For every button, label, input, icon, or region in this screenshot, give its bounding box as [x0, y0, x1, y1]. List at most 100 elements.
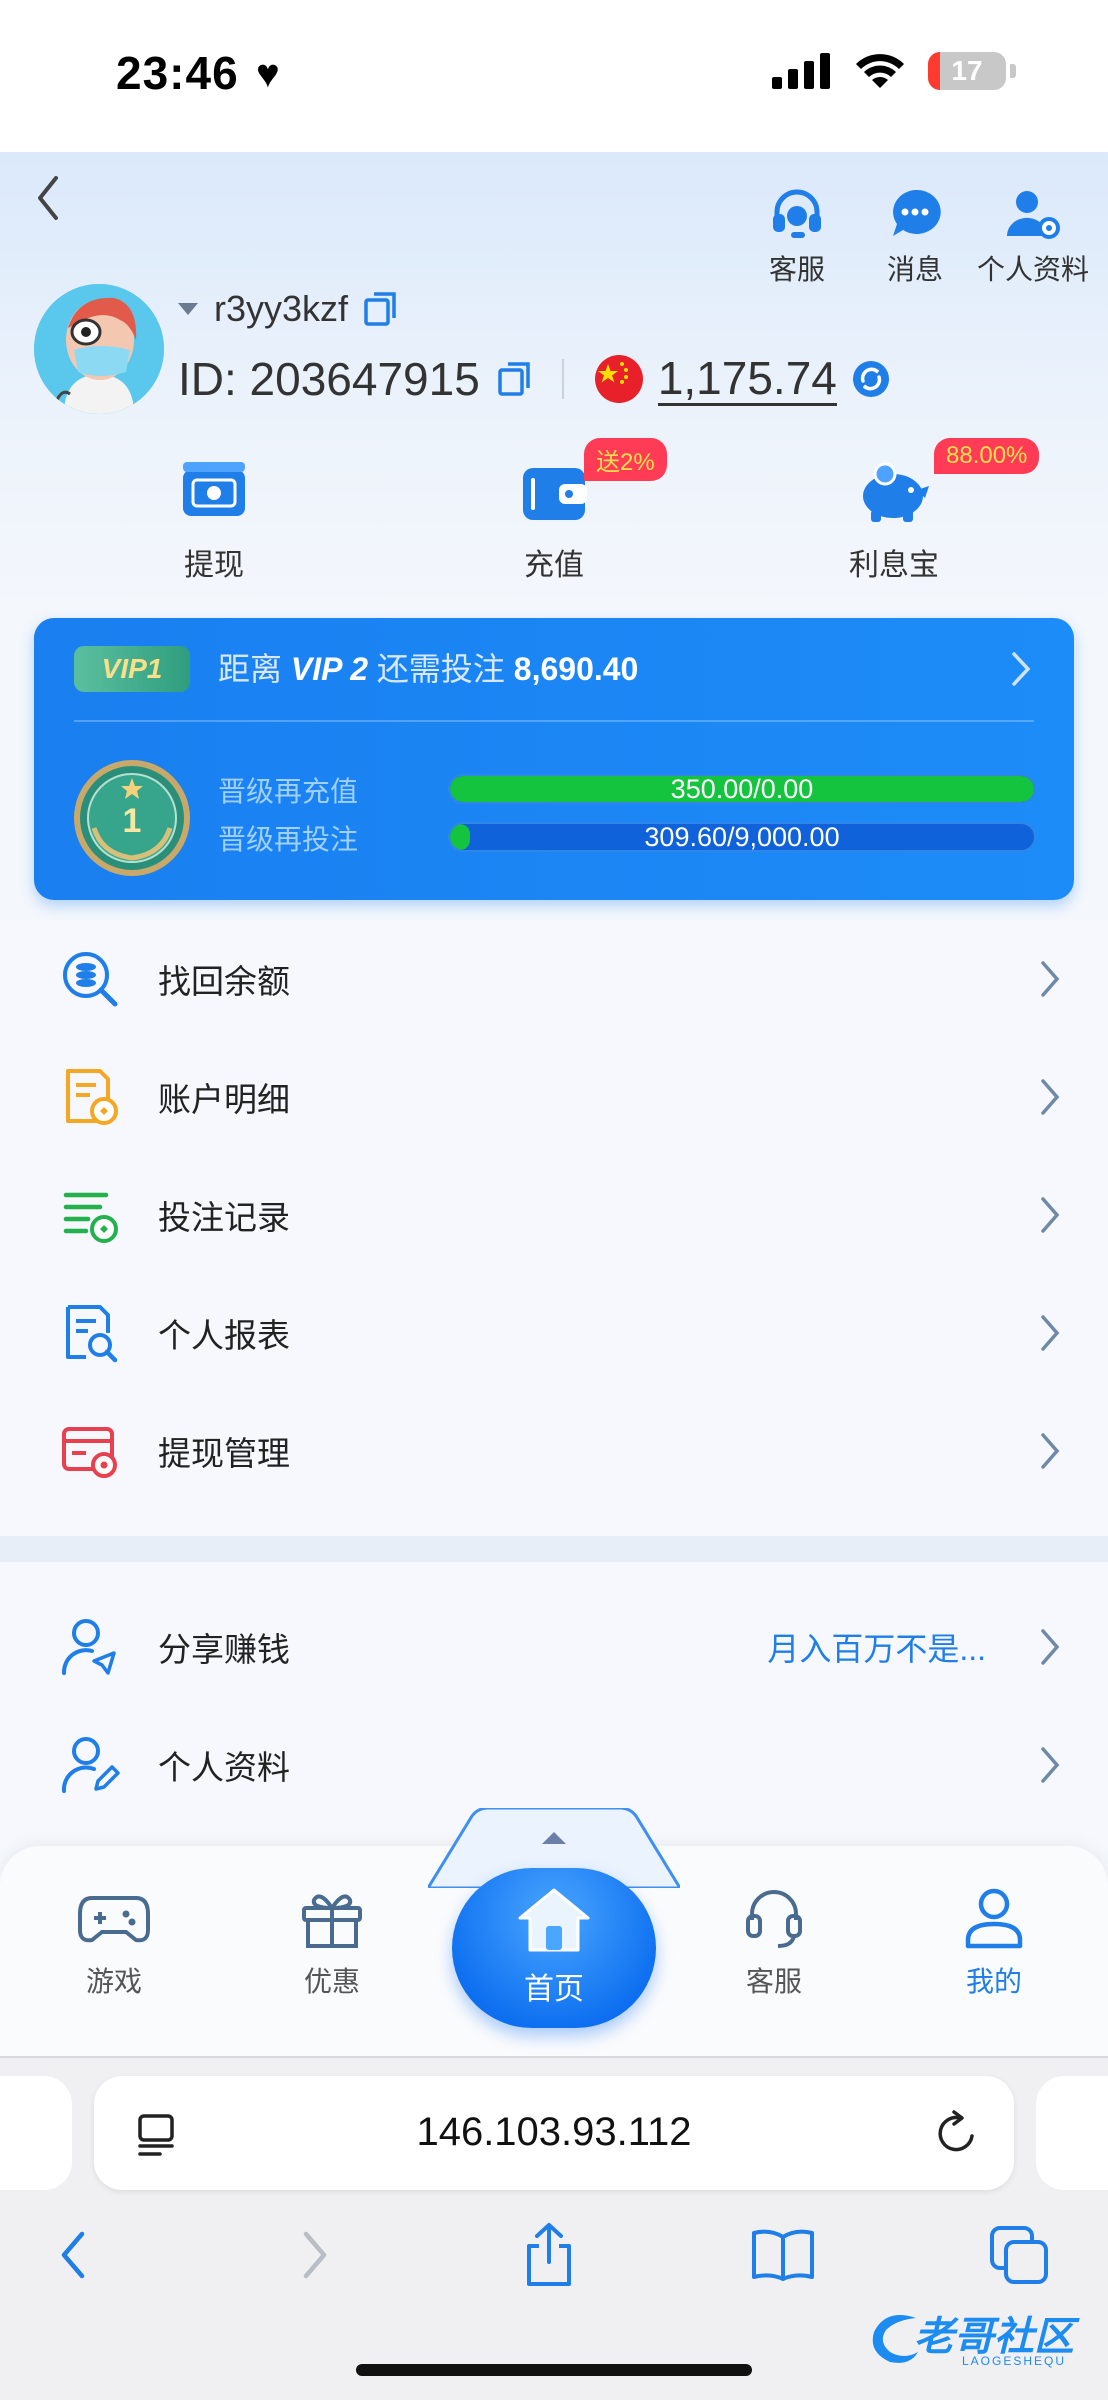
share-user-icon [61, 1619, 116, 1675]
interest-rate-badge: 88.00% [934, 438, 1040, 474]
chevron-right-icon [1041, 1079, 1060, 1115]
username: r3yy3kzf [214, 288, 349, 329]
vip-middle: 还需投注 [376, 651, 505, 687]
previous-tab-preview[interactable] [0, 2076, 72, 2190]
header-action-messages[interactable]: 消息 [856, 180, 974, 288]
menu-item-withdraw-management[interactable]: 提现管理 [0, 1392, 1108, 1510]
avatar[interactable] [34, 284, 164, 414]
signal-icon [772, 53, 830, 89]
status-icons: 17 [772, 52, 1016, 90]
vip-divider [74, 720, 1034, 722]
reload-icon[interactable] [934, 2108, 980, 2158]
menu-main: 找回余额 账户明细 投注记录 个人报表 提现管理 [0, 920, 1108, 1536]
menu-item-share-earn[interactable]: 分享赚钱 月入百万不是... [0, 1588, 1108, 1706]
browser-share-button[interactable] [514, 2220, 584, 2290]
menu-item-bet-records[interactable]: 投注记录 [0, 1156, 1108, 1274]
browser-nav [0, 2220, 1108, 2300]
browser-back-button[interactable] [38, 2220, 108, 2290]
status-time: 23:46 [116, 47, 239, 99]
vip-next-level-text: 距离 VIP 2 还需投注 8,690.40 [218, 646, 638, 692]
home-icon [518, 1888, 590, 1952]
header-action-profile[interactable]: 个人资料 [974, 180, 1092, 288]
copy-icon[interactable] [362, 290, 398, 328]
menu-item-profile[interactable]: 个人资料 [0, 1706, 1108, 1824]
avatar-image [34, 284, 164, 414]
quick-action-label: 充值 [524, 549, 584, 582]
chevron-right-icon [1041, 1197, 1060, 1233]
tabs-icon [990, 2226, 1048, 2284]
headset-icon [773, 189, 821, 238]
tab-label: 客服 [745, 1966, 802, 1997]
vip-bet-progress: 309.60/9,000.00 [448, 822, 1036, 852]
watermark-subtext: LAOGESHEQU [962, 2354, 1067, 2368]
browser-bookmarks-button[interactable] [748, 2220, 818, 2290]
piggy-bank-icon [863, 462, 929, 522]
header-actions: 客服 消息 个人资料 [738, 180, 1092, 288]
report-icon [66, 1305, 118, 1363]
account-detail-icon [66, 1069, 118, 1125]
tab-promotions[interactable]: 优惠 [262, 1880, 402, 2000]
chevron-right-icon[interactable] [1008, 648, 1034, 690]
chevron-right-icon [1041, 1629, 1060, 1665]
section-divider [0, 1536, 1108, 1562]
divider [561, 359, 564, 399]
vip-bet-label: 晋级再投注 [218, 824, 359, 855]
withdraw-icon [183, 462, 245, 516]
quick-action-deposit[interactable]: 送2% 充值 [384, 438, 724, 584]
username-row: r3yy3kzf [176, 288, 398, 330]
menu-item-account-details[interactable]: 账户明细 [0, 1038, 1108, 1156]
browser-forward-button[interactable] [280, 2220, 350, 2290]
menu-item-recover-balance[interactable]: 找回余额 [0, 920, 1108, 1038]
heart-icon: ♥ [256, 52, 280, 96]
refresh-icon[interactable] [851, 359, 891, 399]
menu-item-personal-report[interactable]: 个人报表 [0, 1274, 1108, 1392]
user-id: ID: 203647915 [178, 353, 480, 405]
tab-label: 首页 [524, 1973, 584, 2006]
quick-action-withdraw[interactable]: 提现 [44, 460, 384, 584]
caret-down-icon[interactable] [176, 301, 200, 317]
bet-record-icon [63, 1192, 118, 1243]
share-promo-text: 月入百万不是... [767, 1631, 986, 1667]
menu-item-label: 分享赚钱 [158, 1631, 290, 1668]
home-indicator [356, 2364, 752, 2376]
balance-amount[interactable]: 1,175.74 [657, 353, 837, 406]
url-text: 146.103.93.112 [416, 2110, 692, 2154]
chevron-right-icon [1041, 1315, 1060, 1351]
menu-item-label: 提现管理 [158, 1435, 290, 1472]
message-icon [893, 189, 941, 236]
tab-label: 我的 [965, 1966, 1022, 1997]
address-bar[interactable]: 146.103.93.112 [94, 2076, 1014, 2190]
quick-action-interest[interactable]: 88.00% 利息宝 [724, 438, 1064, 584]
edit-user-icon [61, 1737, 120, 1793]
gift-icon [302, 1894, 362, 1948]
menu-item-label: 找回余额 [158, 963, 290, 1000]
menu-item-label: 投注记录 [158, 1199, 290, 1236]
chevron-right-icon [1041, 1433, 1060, 1469]
vip-card[interactable]: VIP1 距离 VIP 2 还需投注 8,690.40 1 晋级再充值 350.… [34, 618, 1074, 900]
china-flag-icon [594, 355, 643, 403]
vip-medal-level: 1 [123, 802, 142, 840]
chevron-right-icon [1041, 961, 1060, 997]
battery-indicator: 17 [928, 52, 1006, 90]
quick-actions: 提现 送2% 充值 88.00% 利息宝 [0, 438, 1108, 584]
back-arrow-icon[interactable] [28, 170, 68, 226]
wallet-icon [523, 468, 587, 520]
quick-action-label: 提现 [184, 549, 244, 582]
watermark-logo: 老哥社区 LAOGESHEQU [866, 2300, 1098, 2376]
vip-prefix: 距离 [218, 651, 283, 687]
tab-label: 游戏 [85, 1966, 142, 1997]
tab-games[interactable]: 游戏 [44, 1880, 184, 2000]
copy-id-icon[interactable] [496, 360, 532, 398]
gamepad-icon [78, 1896, 150, 1943]
vip-next-level: VIP 2 [290, 651, 368, 687]
header-action-support[interactable]: 客服 [738, 180, 856, 288]
tab-mine[interactable]: 我的 [924, 1880, 1064, 2000]
vip-recharge-progress: 350.00/0.00 [448, 774, 1036, 804]
tab-support[interactable]: 客服 [704, 1880, 844, 2000]
next-tab-preview[interactable] [1036, 2076, 1108, 2190]
browser-tabs-button[interactable] [984, 2220, 1054, 2290]
header-action-label: 客服 [768, 254, 825, 285]
tab-home[interactable]: 首页 [452, 1868, 656, 2028]
deposit-bonus-badge: 送2% [584, 438, 667, 481]
menu-item-label: 账户明细 [158, 1081, 290, 1118]
